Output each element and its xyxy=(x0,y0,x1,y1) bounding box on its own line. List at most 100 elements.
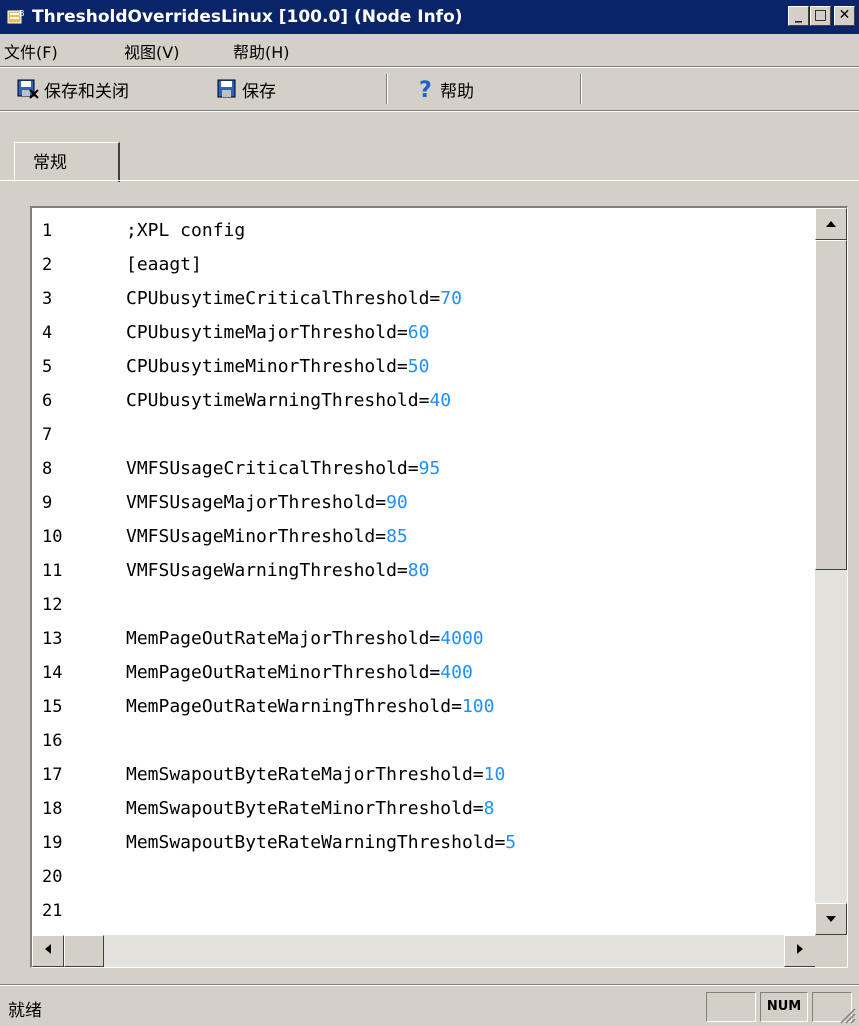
config-value: 400 xyxy=(440,662,473,683)
code-line[interactable]: CPUbusytimeCriticalThreshold=70 xyxy=(126,282,462,316)
config-key: [eaagt] xyxy=(126,254,202,275)
menu-bar: 文件(F) 视图(V) 帮助(H) xyxy=(0,34,859,66)
scroll-left-button[interactable] xyxy=(32,935,64,967)
config-key: MemPageOutRateMajorThreshold= xyxy=(126,628,441,649)
config-value: 90 xyxy=(386,492,408,513)
arrow-up-icon xyxy=(826,221,836,227)
code-line[interactable]: CPUbusytimeWarningThreshold=40 xyxy=(126,384,451,418)
floppy-disk-icon xyxy=(217,79,236,98)
config-value: 95 xyxy=(418,458,441,479)
arrow-left-icon xyxy=(45,944,51,954)
line-number: 7 xyxy=(42,425,53,445)
code-line[interactable]: VMFSUsageWarningThreshold=80 xyxy=(126,554,429,588)
line-number: 14 xyxy=(42,663,63,683)
line-number: 19 xyxy=(42,833,63,853)
tab-label: 常规 xyxy=(33,153,67,173)
maximize-button[interactable]: □ xyxy=(810,6,831,26)
status-pane-caps xyxy=(706,992,756,1022)
config-key: MemPageOutRateWarningThreshold= xyxy=(126,696,462,717)
config-key: ;XPL config xyxy=(126,220,246,241)
config-value: 8 xyxy=(483,798,495,819)
help-button[interactable]: ? 帮助 xyxy=(416,76,474,102)
line-number: 12 xyxy=(42,595,63,615)
tab-strip: 常规 xyxy=(0,112,859,182)
save-label: 保存 xyxy=(242,81,276,102)
close-button[interactable]: ✕ xyxy=(834,6,855,26)
config-key: VMFSUsageCriticalThreshold= xyxy=(126,458,419,479)
line-number: 8 xyxy=(42,459,53,479)
scroll-down-button[interactable] xyxy=(815,903,847,935)
config-value: 5 xyxy=(505,832,517,853)
scroll-thumb[interactable] xyxy=(815,240,847,570)
config-value: 10 xyxy=(483,764,506,785)
num-lock-indicator: NUM xyxy=(760,992,808,1022)
line-number: 18 xyxy=(42,799,63,819)
code-line[interactable]: MemSwapoutByteRateMajorThreshold=10 xyxy=(126,758,505,792)
line-number: 2 xyxy=(42,255,53,275)
line-number: 6 xyxy=(42,391,53,411)
line-number: 4 xyxy=(42,323,53,343)
line-number: 5 xyxy=(42,357,53,377)
node-info-app-icon: B xyxy=(7,9,25,24)
code-line[interactable]: MemSwapoutByteRateWarningThreshold=5 xyxy=(126,826,516,860)
code-line[interactable]: CPUbusytimeMinorThreshold=50 xyxy=(126,350,429,384)
tab-general[interactable]: 常规 xyxy=(14,142,120,182)
code-line[interactable]: MemPageOutRateMajorThreshold=4000 xyxy=(126,622,484,656)
svg-text:B: B xyxy=(19,9,25,18)
line-number: 16 xyxy=(42,731,63,751)
config-key: CPUbusytimeWarningThreshold= xyxy=(126,390,430,411)
code-line[interactable]: ;XPL config xyxy=(126,214,245,248)
config-value: 40 xyxy=(429,390,452,411)
arrow-right-icon xyxy=(797,944,803,954)
toolbar-separator xyxy=(386,74,388,104)
resize-grip-icon[interactable] xyxy=(838,1006,856,1024)
save-close-button[interactable]: 保存和关闭 xyxy=(16,76,129,102)
scroll-right-button[interactable] xyxy=(784,935,816,967)
config-value: 60 xyxy=(407,322,430,343)
scroll-up-button[interactable] xyxy=(815,208,847,240)
config-value: 70 xyxy=(440,288,462,309)
menu-view[interactable]: 视图(V) xyxy=(124,39,179,63)
minimize-button[interactable]: _ xyxy=(788,6,809,26)
config-value: 100 xyxy=(461,696,495,717)
config-key: MemSwapoutByteRateMinorThreshold= xyxy=(126,798,484,819)
code-area[interactable]: ;XPL config [eaagt] CPUbusytimeCriticalThr… xyxy=(126,208,816,935)
line-number: 1 xyxy=(42,221,53,241)
line-number-gutter: 1 2 3 4 5 6 7 8 9 10 11 12 13 14 15 16 17 18 19 20 21 xyxy=(32,208,126,935)
config-key: VMFSUsageMinorThreshold= xyxy=(126,526,387,547)
toolbar: 保存和关闭 保存 ? 帮助 xyxy=(0,68,859,108)
code-line[interactable]: [eaagt] xyxy=(126,248,202,282)
config-key: MemSwapoutByteRateWarningThreshold= xyxy=(126,832,506,853)
config-key: MemPageOutRateMinorThreshold= xyxy=(126,662,441,683)
title-bar[interactable]: B ThresholdOverridesLinux [100.0] (Node … xyxy=(0,0,859,34)
save-button[interactable]: 保存 xyxy=(216,76,276,102)
line-number: 21 xyxy=(42,901,63,921)
line-number: 11 xyxy=(42,561,63,581)
vertical-scrollbar[interactable] xyxy=(815,208,847,935)
code-line[interactable]: MemSwapoutByteRateMinorThreshold=8 xyxy=(126,792,494,826)
horizontal-scrollbar[interactable] xyxy=(32,935,816,967)
line-number: 3 xyxy=(42,289,53,309)
line-number: 15 xyxy=(42,697,63,717)
config-key: VMFSUsageMajorThreshold= xyxy=(126,492,387,513)
arrow-down-icon xyxy=(826,916,836,922)
svg-text:?: ? xyxy=(419,78,432,101)
code-line[interactable]: MemPageOutRateMinorThreshold=400 xyxy=(126,656,473,690)
line-number: 9 xyxy=(42,493,53,513)
menu-file[interactable]: 文件(F) xyxy=(4,39,58,63)
menu-help[interactable]: 帮助(H) xyxy=(233,39,290,63)
line-number: 10 xyxy=(42,527,63,547)
help-label: 帮助 xyxy=(440,81,474,102)
config-key: CPUbusytimeMajorThreshold= xyxy=(126,322,408,343)
config-value: 80 xyxy=(407,560,430,581)
code-line[interactable]: VMFSUsageMinorThreshold=85 xyxy=(126,520,408,554)
hscroll-thumb[interactable] xyxy=(64,935,104,967)
code-line[interactable]: VMFSUsageCriticalThreshold=95 xyxy=(126,452,440,486)
config-key: CPUbusytimeMinorThreshold= xyxy=(126,356,408,377)
code-line[interactable]: VMFSUsageMajorThreshold=90 xyxy=(126,486,408,520)
code-line[interactable]: CPUbusytimeMajorThreshold=60 xyxy=(126,316,429,350)
code-line[interactable]: MemPageOutRateWarningThreshold=100 xyxy=(126,690,494,724)
config-editor[interactable]: 1 2 3 4 5 6 7 8 9 10 11 12 13 14 15 16 17 18 19 20 21 ;XPL c… xyxy=(30,206,848,968)
line-number: 20 xyxy=(42,867,63,887)
config-value: 50 xyxy=(407,356,430,377)
